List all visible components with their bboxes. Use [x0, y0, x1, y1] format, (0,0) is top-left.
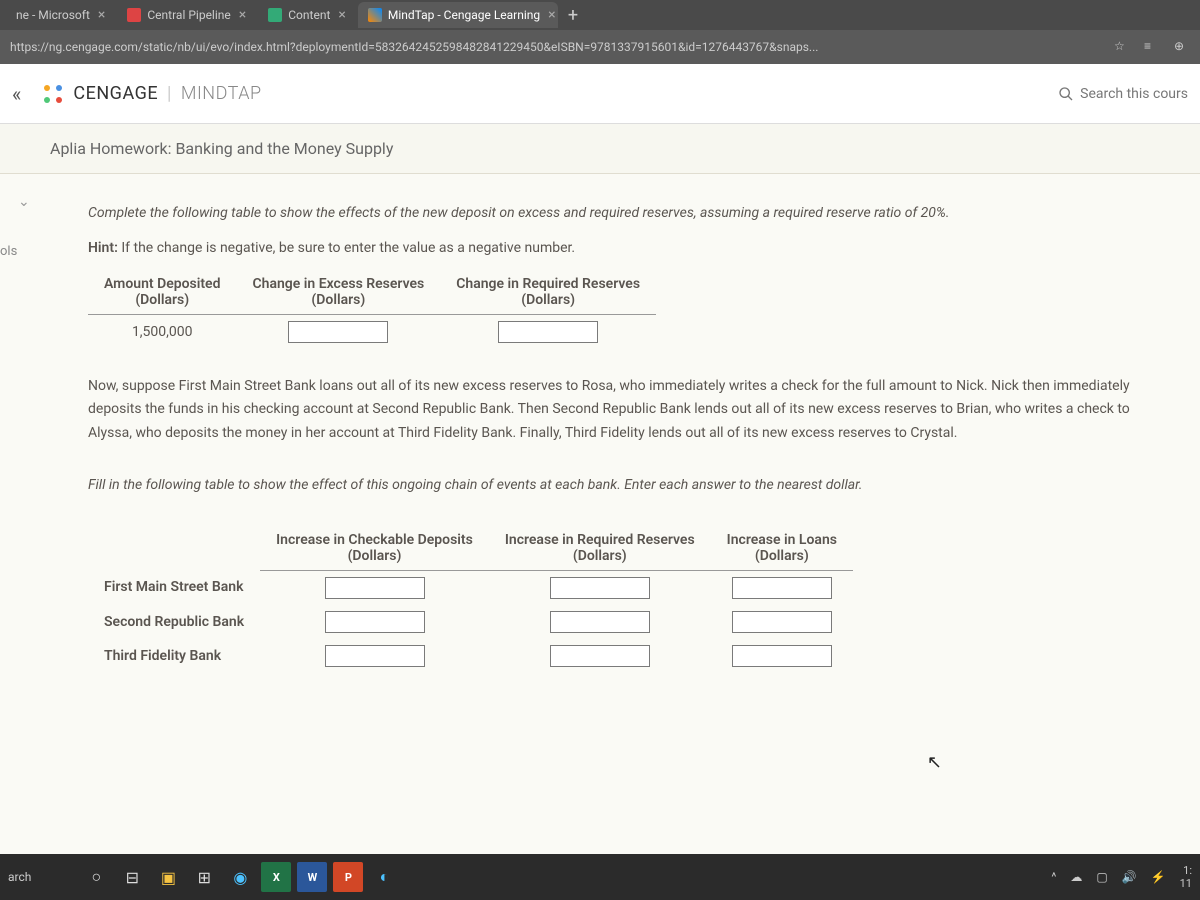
battery-icon[interactable]: ▢ — [1096, 870, 1107, 884]
sidebar-tools-label[interactable]: ols — [0, 244, 17, 259]
excel-icon[interactable]: X — [261, 862, 291, 892]
word-icon[interactable]: W — [297, 862, 327, 892]
powerpoint-icon[interactable]: P — [333, 862, 363, 892]
reserves-input-1[interactable] — [550, 577, 650, 599]
loans-input-1[interactable] — [732, 577, 832, 599]
clock[interactable]: 1: 11 — [1180, 864, 1192, 890]
favorites-icon[interactable]: ≡ — [1144, 39, 1160, 55]
table-row: First Main Street Bank — [88, 570, 853, 605]
date-text: 11 — [1180, 877, 1192, 890]
excess-reserves-input[interactable] — [288, 321, 388, 343]
instruction-text-2: Fill in the following table to show the … — [88, 476, 1170, 496]
close-icon[interactable]: × — [239, 7, 246, 23]
tab-label: Content — [288, 8, 330, 22]
brand-primary: CENGAGE — [73, 83, 158, 104]
tab-label: ne - Microsoft — [16, 8, 90, 22]
deposits-input-2[interactable] — [325, 611, 425, 633]
network-icon[interactable]: ⚡ — [1151, 870, 1166, 884]
col-checkable-deposits: Increase in Checkable Deposits(Dollars) — [260, 526, 489, 571]
back-button[interactable]: « — [12, 82, 21, 106]
reserves-input-3[interactable] — [550, 645, 650, 667]
col-required-reserves: Change in Required Reserves(Dollars) — [440, 270, 656, 315]
bank-name: Second Republic Bank — [88, 605, 260, 639]
close-icon[interactable]: × — [338, 7, 345, 23]
table-row: Third Fidelity Bank — [88, 639, 853, 673]
assignment-title: Aplia Homework: Banking and the Money Su… — [50, 139, 393, 158]
table-row: Second Republic Bank — [88, 605, 853, 639]
task-view-icon[interactable]: ⊟ — [117, 862, 147, 892]
col-amount-deposited: Amount Deposited(Dollars) — [88, 270, 236, 315]
close-icon[interactable]: × — [548, 7, 555, 23]
hint-label: Hint: — [88, 240, 118, 256]
search-button[interactable]: Search this cours — [1058, 86, 1188, 102]
store-icon[interactable]: ⊞ — [189, 862, 219, 892]
search-placeholder: Search this cours — [1080, 86, 1188, 102]
brand-text: CENGAGE | MINDTAP — [73, 83, 261, 104]
edge-icon[interactable]: ◉ — [225, 862, 255, 892]
cortana-icon[interactable]: ○ — [81, 862, 111, 892]
reserves-input-2[interactable] — [550, 611, 650, 633]
brand-secondary: MINDTAP — [181, 83, 262, 104]
loans-input-2[interactable] — [732, 611, 832, 633]
col-required-reserves-2: Increase in Required Reserves(Dollars) — [489, 526, 711, 571]
hint-body: If the change is negative, be sure to en… — [118, 240, 575, 256]
taskbar-search-label[interactable]: arch — [8, 870, 31, 884]
assignment-title-bar: Aplia Homework: Banking and the Money Su… — [0, 124, 1200, 174]
onedrive-icon[interactable]: ☁ — [1070, 870, 1082, 884]
browser-icon[interactable]: ◐ — [369, 862, 399, 892]
url-text: https://ng.cengage.com/static/nb/ui/evo/… — [10, 40, 1104, 54]
cengage-logo-icon — [41, 82, 65, 106]
file-explorer-icon[interactable]: ▣ — [153, 862, 183, 892]
favicon-icon — [368, 8, 382, 22]
tab-content[interactable]: Content × — [258, 2, 356, 28]
app-header: « CENGAGE | MINDTAP Search this cours — [0, 64, 1200, 124]
time-text: 1: — [1180, 864, 1192, 877]
tray-chevron-icon[interactable]: ^ — [1051, 870, 1056, 884]
volume-icon[interactable]: 🔊 — [1122, 870, 1137, 884]
favicon-icon — [127, 8, 141, 22]
content-area: ⌄ ols Complete the following table to sh… — [0, 174, 1200, 854]
instruction-text: Complete the following table to show the… — [88, 204, 1170, 224]
browser-tab-strip: ne - Microsoft × Central Pipeline × Cont… — [0, 0, 1200, 30]
amount-value: 1,500,000 — [88, 314, 236, 349]
close-icon[interactable]: × — [98, 7, 105, 23]
tab-microsoft[interactable]: ne - Microsoft × — [6, 2, 115, 28]
reserves-table: Amount Deposited(Dollars) Change in Exce… — [88, 270, 656, 349]
banks-chain-table: Increase in Checkable Deposits(Dollars) … — [88, 526, 853, 673]
hint-text: Hint: If the change is negative, be sure… — [88, 240, 1170, 256]
deposits-input-3[interactable] — [325, 645, 425, 667]
col-increase-loans: Increase in Loans(Dollars) — [711, 526, 853, 571]
tab-mindtap[interactable]: MindTap - Cengage Learning × — [358, 2, 558, 28]
bank-name: First Main Street Bank — [88, 570, 260, 605]
col-excess-reserves: Change in Excess Reserves(Dollars) — [236, 270, 440, 315]
table-row: 1,500,000 — [88, 314, 656, 349]
deposits-input-1[interactable] — [325, 577, 425, 599]
tab-label: MindTap - Cengage Learning — [388, 8, 540, 22]
scenario-paragraph: Now, suppose First Main Street Bank loan… — [88, 375, 1148, 446]
search-icon — [1058, 86, 1074, 102]
bank-name: Third Fidelity Bank — [88, 639, 260, 673]
reader-icon[interactable]: ☆ — [1114, 39, 1130, 55]
loans-input-3[interactable] — [732, 645, 832, 667]
new-tab-button[interactable]: + — [560, 5, 586, 26]
required-reserves-input[interactable] — [498, 321, 598, 343]
tab-central-pipeline[interactable]: Central Pipeline × — [117, 2, 256, 28]
collections-icon[interactable]: ⊕ — [1174, 39, 1190, 55]
windows-taskbar: arch ○ ⊟ ▣ ⊞ ◉ X W P ◐ ^ ☁ ▢ 🔊 ⚡ 1: 11 — [0, 854, 1200, 900]
address-bar[interactable]: https://ng.cengage.com/static/nb/ui/evo/… — [0, 30, 1200, 64]
cursor-icon: ↖ — [927, 752, 942, 773]
tab-label: Central Pipeline — [147, 8, 230, 22]
sidebar-collapse-icon[interactable]: ⌄ — [18, 194, 30, 210]
favicon-icon — [268, 8, 282, 22]
